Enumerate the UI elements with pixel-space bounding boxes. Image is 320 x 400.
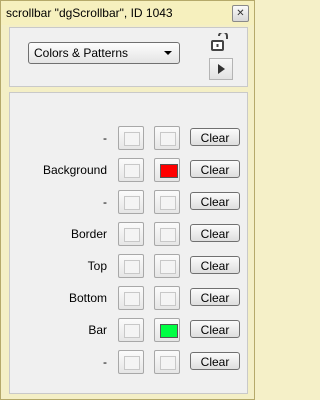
foreground-color-swatch[interactable] bbox=[118, 318, 144, 342]
background-color-swatch[interactable] bbox=[154, 318, 180, 342]
clear-button[interactable]: Clear bbox=[190, 128, 240, 146]
row-label: Top bbox=[87, 259, 107, 273]
background-color-swatch[interactable] bbox=[154, 254, 180, 278]
foreground-color-swatch[interactable] bbox=[118, 190, 144, 214]
clear-button[interactable]: Clear bbox=[190, 320, 240, 338]
row-label: - bbox=[103, 355, 107, 369]
row-label: - bbox=[103, 131, 107, 145]
color-row-bottom: Bottom Clear bbox=[10, 286, 247, 312]
clear-button[interactable]: Clear bbox=[190, 160, 240, 178]
color-row-border: Border Clear bbox=[10, 222, 247, 248]
background-color-swatch[interactable] bbox=[154, 350, 180, 374]
row-label: Border bbox=[70, 227, 107, 241]
red-color-chip bbox=[160, 164, 178, 178]
color-row-background: Background Clear bbox=[10, 158, 247, 184]
row-label: Bar bbox=[88, 323, 107, 337]
inspector-window: scrollbar "dgScrollbar", ID 1043 ✕ Color… bbox=[0, 0, 255, 400]
clear-button[interactable]: Clear bbox=[190, 192, 240, 210]
background-color-swatch[interactable] bbox=[154, 126, 180, 150]
background-color-swatch[interactable] bbox=[154, 158, 180, 182]
background-color-swatch[interactable] bbox=[154, 222, 180, 246]
color-row: - Clear bbox=[10, 350, 247, 376]
row-label: Background bbox=[42, 163, 107, 177]
background-color-swatch[interactable] bbox=[154, 286, 180, 310]
foreground-color-swatch[interactable] bbox=[118, 286, 144, 310]
row-label: - bbox=[103, 195, 107, 209]
toolbar: Colors & Patterns bbox=[9, 27, 248, 87]
foreground-color-swatch[interactable] bbox=[118, 222, 144, 246]
color-row-bar: Bar Clear bbox=[10, 318, 247, 344]
unlocked-padlock-icon bbox=[211, 31, 228, 51]
green-color-chip bbox=[160, 324, 178, 338]
color-row: - Clear bbox=[10, 190, 247, 216]
window-title: scrollbar "dgScrollbar", ID 1043 bbox=[6, 6, 173, 20]
color-row-top: Top Clear bbox=[10, 254, 247, 280]
section-dropdown-value: Colors & Patterns bbox=[34, 46, 129, 60]
title-bar[interactable]: scrollbar "dgScrollbar", ID 1043 ✕ bbox=[1, 1, 254, 25]
foreground-color-swatch[interactable] bbox=[118, 350, 144, 374]
foreground-color-swatch[interactable] bbox=[118, 254, 144, 278]
chevron-down-icon bbox=[164, 51, 172, 55]
play-button[interactable] bbox=[209, 58, 233, 80]
clear-button[interactable]: Clear bbox=[190, 224, 240, 242]
section-dropdown[interactable]: Colors & Patterns bbox=[28, 42, 180, 64]
clear-button[interactable]: Clear bbox=[190, 352, 240, 370]
color-properties-panel: - Clear Background Clear - Clear Border … bbox=[9, 92, 248, 394]
foreground-color-swatch[interactable] bbox=[118, 158, 144, 182]
play-triangle-icon bbox=[218, 64, 225, 74]
foreground-color-swatch[interactable] bbox=[118, 126, 144, 150]
clear-button[interactable]: Clear bbox=[190, 256, 240, 274]
close-button[interactable]: ✕ bbox=[232, 5, 249, 22]
background-color-swatch[interactable] bbox=[154, 190, 180, 214]
clear-button[interactable]: Clear bbox=[190, 288, 240, 306]
close-icon: ✕ bbox=[236, 8, 245, 19]
color-row: - Clear bbox=[10, 126, 247, 152]
row-label: Bottom bbox=[68, 291, 107, 305]
lock-button[interactable] bbox=[209, 31, 229, 53]
